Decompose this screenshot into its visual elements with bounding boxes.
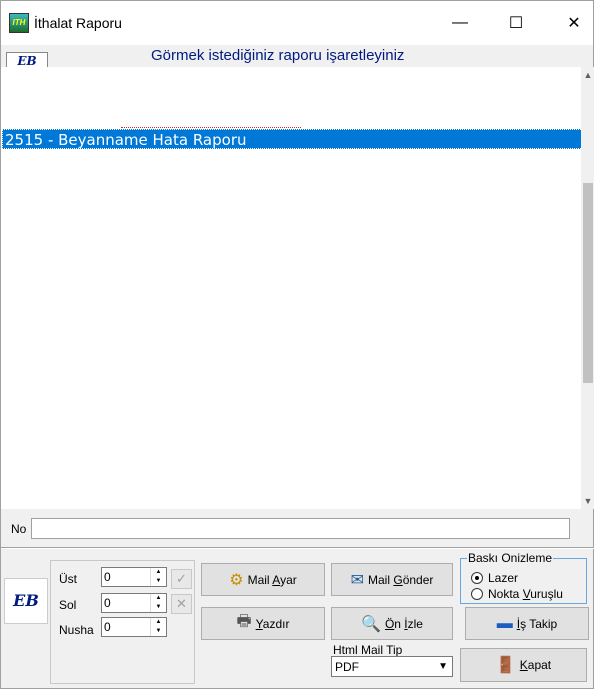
kapat-button[interactable]: 🚪 Kapat [460,648,587,682]
eb-logo-large: EB [4,578,48,624]
on-izle-label: Ön İzle [384,616,423,631]
html-mail-tip-label: Html Mail Tip [333,643,403,657]
radio-unselected-icon[interactable] [471,588,483,600]
nusha-label: Nusha [59,623,94,637]
list-header: EB Görmek istediğiniz raporu işaretleyin… [1,45,593,69]
kapat-label: Kapat [519,658,552,672]
report-list-item[interactable]: 2515 - Beyanname Hata Raporu [2,129,583,149]
radio-nokta-label: Nokta Vuruşlu [488,587,563,601]
mail-gonder-button[interactable]: ✉ Mail Gönder [331,563,453,596]
envelope-icon: ✉ [350,571,364,589]
print-mode-group: Baskı Onizleme Lazer Nokta Vuruşlu [460,551,587,604]
close-button[interactable]: ✕ [551,1,594,45]
confirm-check-icon[interactable]: ✓ [171,569,192,589]
spin-arrows-icon[interactable]: ▲ ▼ [150,594,166,612]
exit-door-icon: 🚪 [495,657,516,674]
mail-ayar-label: Mail Ayar [247,572,297,587]
nusha-stepper[interactable]: 0 ▲ ▼ [101,617,167,637]
spin-arrows-icon[interactable]: ▲ ▼ [150,568,166,586]
ust-label: Üst [59,572,77,586]
divider [1,547,594,549]
on-izle-button[interactable]: 🔍 Ön İzle [331,607,453,640]
radio-nokta-vuruslu[interactable]: Nokta Vuruşlu [471,587,563,601]
no-input[interactable] [31,518,570,539]
printer-icon: 🖶 [236,613,252,630]
ust-stepper[interactable]: 0 ▲ ▼ [101,567,167,587]
scroll-up-icon[interactable]: ▲ [581,67,594,83]
radio-lazer-label: Lazer [488,571,519,585]
sol-value[interactable]: 0 [104,596,111,610]
mail-ayar-button[interactable]: ⚙ Mail Ayar [201,563,325,596]
instruction-text: Görmek istediğiniz raporu işaretleyiniz [151,47,405,64]
print-mode-legend: Baskı Onizleme [467,551,554,565]
is-takip-label: İş Takip [516,616,558,631]
sol-label: Sol [59,598,77,612]
dropdown-arrow-icon[interactable]: ▼ [438,661,448,672]
ust-value[interactable]: 0 [104,570,111,584]
yazdir-button[interactable]: 🖶 Yazdır [201,607,325,640]
window-title: İthalat Raporu [34,15,122,31]
is-takip-button[interactable]: ▬ İş Takip [465,607,589,640]
vertical-scrollbar[interactable]: ▲ ▼ [581,67,594,509]
mail-gonder-label: Mail Gönder [368,572,434,587]
html-mail-tip-select[interactable]: PDF ▼ [331,656,453,677]
title-bar: ITH İthalat Raporu — ☐ ✕ [1,1,593,45]
maximize-button[interactable]: ☐ [493,1,539,45]
app-icon: ITH [9,13,29,33]
html-mail-tip-value[interactable]: PDF [335,660,359,674]
radio-selected-icon[interactable] [471,572,483,584]
scroll-thumb[interactable] [583,183,593,383]
report-window: ITH İthalat Raporu — ☐ ✕ EB Görmek isted… [0,0,594,689]
spin-arrows-icon[interactable]: ▲ ▼ [150,618,166,636]
nusha-value[interactable]: 0 [104,620,111,634]
preview-magnifier-icon: 🔍 [361,615,381,633]
yazdir-label: Yazdır [255,616,290,631]
radio-lazer[interactable]: Lazer [471,571,518,585]
cancel-x-icon[interactable]: ✕ [171,594,192,614]
report-list[interactable]: 2515 - Beyanname Hata Raporu ▲ ▼ [1,67,594,509]
sol-stepper[interactable]: 0 ▲ ▼ [101,593,167,613]
mail-settings-icon: ⚙ [229,571,244,589]
no-label: No [11,522,27,536]
tracking-icon: ▬ [496,614,513,632]
minimize-button[interactable]: — [437,1,483,45]
scroll-down-icon[interactable]: ▼ [581,493,594,509]
